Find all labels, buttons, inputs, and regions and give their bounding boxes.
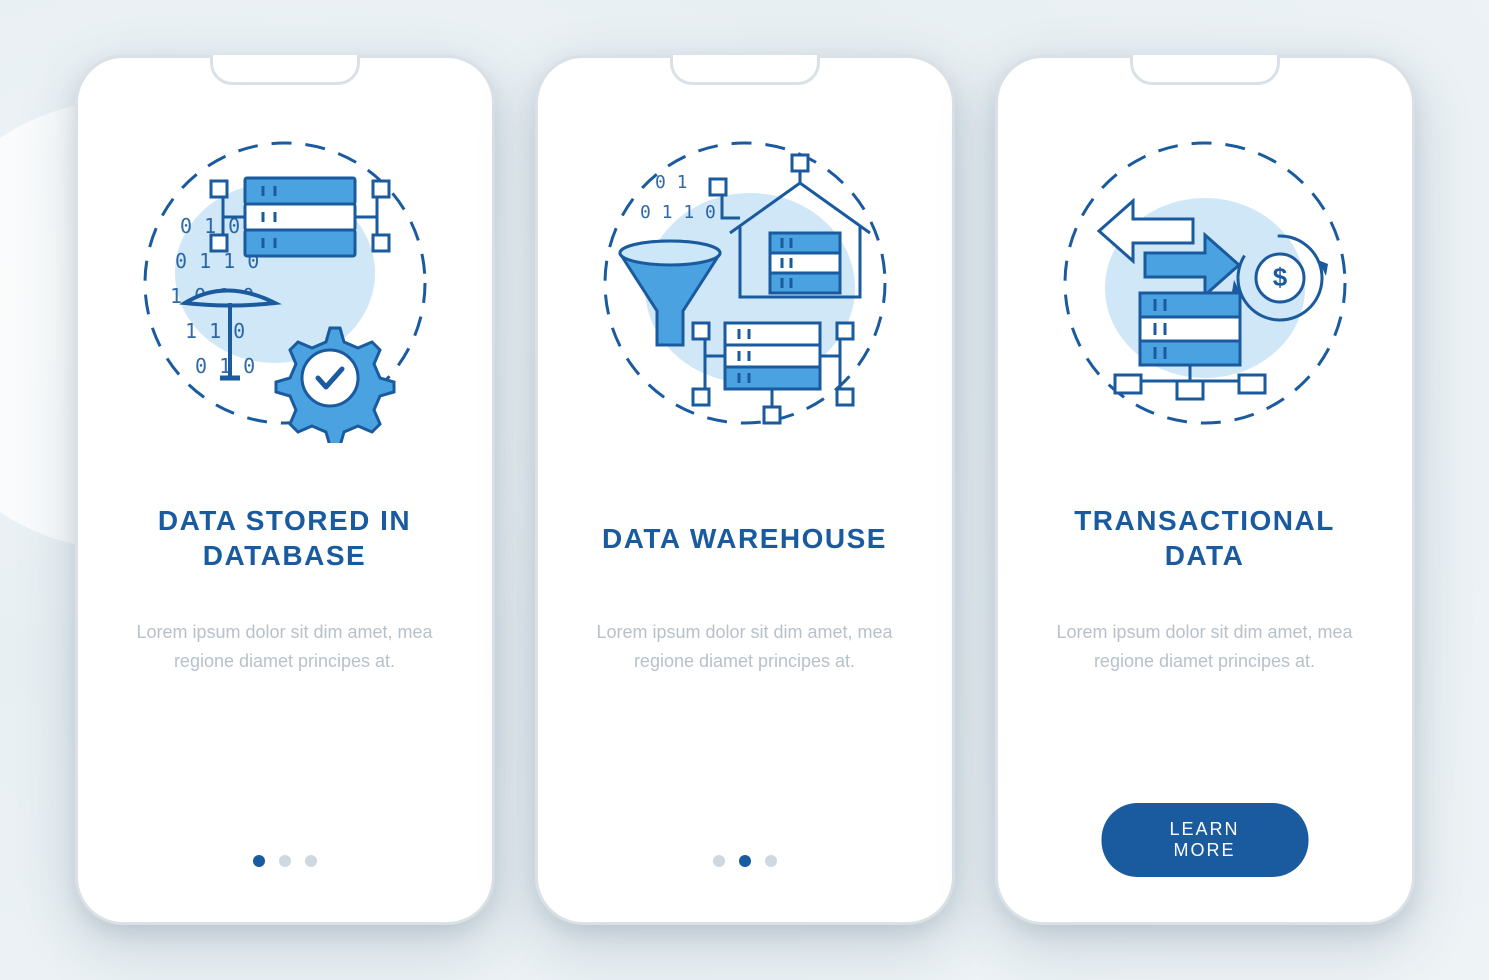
onboarding-card-warehouse: 0 1 0 1 1 0 (535, 55, 955, 925)
svg-text:0 1 0: 0 1 0 (195, 354, 255, 378)
card-description: Lorem ipsum dolor sit dim amet, mea regi… (554, 618, 936, 676)
svg-text:$: $ (1272, 262, 1287, 292)
phone-notch (1130, 55, 1280, 85)
database-mining-gear-icon: 0 1 0 0 1 1 0 1 0 1 0 1 1 0 0 1 0 (94, 98, 476, 468)
svg-text:0 1 1 0: 0 1 1 0 (640, 202, 716, 223)
learn-more-button[interactable]: LEARN MORE (1101, 803, 1308, 877)
card-description: Lorem ipsum dolor sit dim amet, mea regi… (94, 618, 476, 676)
pagination-dots (253, 855, 317, 867)
pagination-dot-2[interactable] (765, 855, 777, 867)
card-title: TRANSACTIONAL DATA (1014, 498, 1396, 578)
svg-text:0 1: 0 1 (655, 172, 688, 193)
card-title: DATA WAREHOUSE (572, 498, 917, 578)
data-warehouse-funnel-icon: 0 1 0 1 1 0 (554, 98, 936, 468)
pagination-dot-0[interactable] (713, 855, 725, 867)
onboarding-card-database: 0 1 0 0 1 1 0 1 0 1 0 1 1 0 0 1 0 (75, 55, 495, 925)
phone-notch (670, 55, 820, 85)
pagination-dot-1[interactable] (739, 855, 751, 867)
onboarding-phone-row: 0 1 0 0 1 1 0 1 0 1 0 1 1 0 0 1 0 (75, 55, 1415, 925)
transactional-data-arrows-dollar-icon: $ (1014, 98, 1396, 468)
pagination-dot-1[interactable] (279, 855, 291, 867)
card-title: DATA STORED IN DATABASE (94, 498, 476, 578)
svg-text:1 1 0: 1 1 0 (185, 319, 245, 343)
pagination-dots (713, 855, 777, 867)
card-description: Lorem ipsum dolor sit dim amet, mea regi… (1014, 618, 1396, 676)
onboarding-card-transactional: $ TRANSACTIONAL DATA (995, 55, 1415, 925)
pagination-dot-2[interactable] (305, 855, 317, 867)
pagination-dot-0[interactable] (253, 855, 265, 867)
phone-notch (210, 55, 360, 85)
